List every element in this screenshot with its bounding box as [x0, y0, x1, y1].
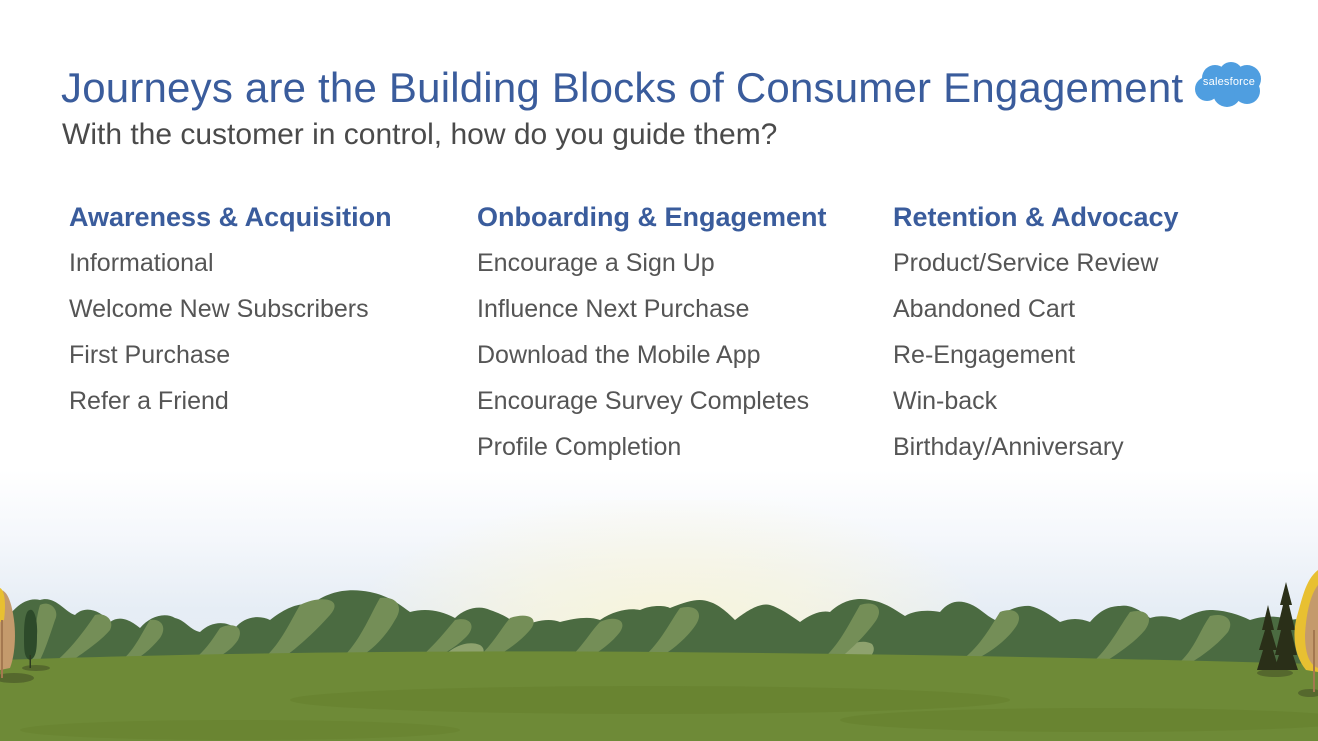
list-item: Win-back: [893, 387, 998, 415]
tree-shadow: [22, 665, 50, 671]
list-item: First Purchase: [69, 341, 231, 369]
column-heading: Retention & Advocacy: [893, 202, 1179, 232]
list-item: Birthday/Anniversary: [893, 433, 1124, 461]
list-item: Profile Completion: [477, 433, 682, 461]
grass-shade: [290, 686, 1010, 714]
list-item: Encourage a Sign Up: [477, 249, 715, 277]
list-item: Abandoned Cart: [893, 295, 1076, 323]
column-retention-advocacy: Retention & Advocacy Product/Service Rev…: [893, 198, 1179, 472]
autumn-tree-trunk: [1313, 630, 1315, 692]
grass-shade: [20, 720, 460, 740]
slide-title: Journeys are the Building Blocks of Cons…: [61, 64, 1184, 111]
cypress-tree: [24, 609, 38, 660]
column-onboarding-engagement: Onboarding & Engagement Encourage a Sign…: [477, 198, 827, 472]
list-item: Refer a Friend: [69, 387, 229, 415]
salesforce-logo-text: salesforce: [1202, 76, 1256, 88]
list-item: Encourage Survey Completes: [477, 387, 810, 415]
list-item: Welcome New Subscribers: [69, 295, 369, 323]
list-item: Informational: [69, 249, 214, 277]
cypress-trunk: [29, 655, 31, 668]
list-item: Re-Engagement: [893, 341, 1076, 369]
landscape-illustration: [0, 570, 1318, 741]
column-heading: Awareness & Acquisition: [69, 202, 392, 232]
list-item: Download the Mobile App: [477, 341, 761, 369]
tree-shadow: [1257, 669, 1293, 677]
slide: Journeys are the Building Blocks of Cons…: [0, 0, 1318, 741]
list-item: Influence Next Purchase: [477, 295, 750, 323]
salesforce-logo: salesforce: [1193, 60, 1265, 110]
column-heading: Onboarding & Engagement: [477, 202, 827, 232]
column-awareness-acquisition: Awareness & Acquisition Informational We…: [69, 198, 392, 426]
list-item: Product/Service Review: [893, 249, 1159, 277]
autumn-tree-trunk: [1, 620, 3, 678]
slide-subtitle: With the customer in control, how do you…: [62, 118, 778, 151]
